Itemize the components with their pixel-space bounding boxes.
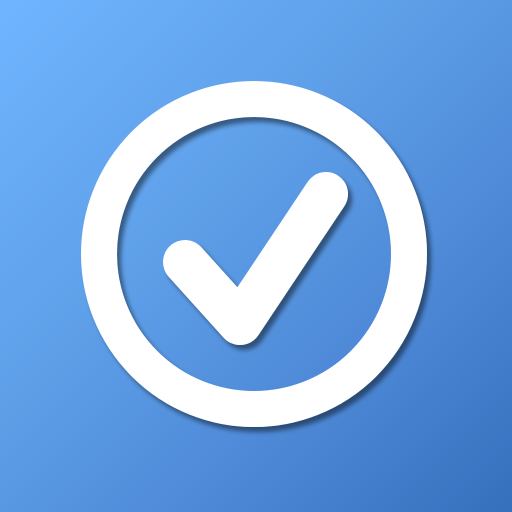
checkmark-circle-icon — [81, 81, 427, 427]
app-icon — [0, 0, 512, 512]
ring-shape — [81, 81, 427, 427]
checkmark-shape — [163, 172, 348, 345]
